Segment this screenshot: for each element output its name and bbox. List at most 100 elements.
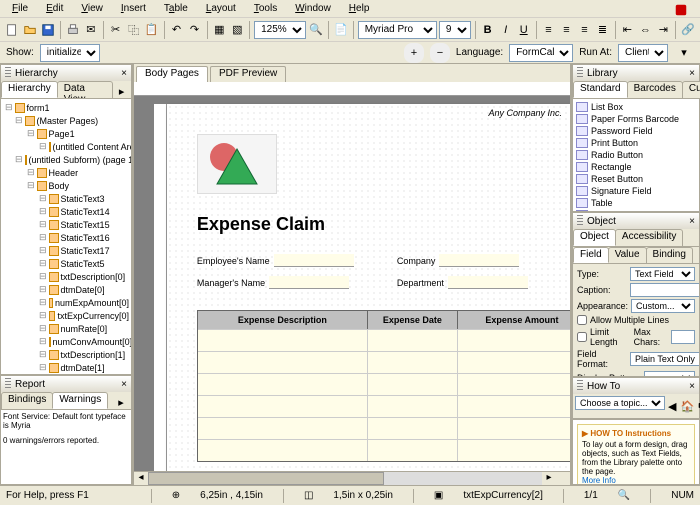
italic-button[interactable]: I	[498, 20, 514, 40]
tab-value[interactable]: Value	[608, 247, 647, 263]
more-info-link[interactable]: More Info	[582, 476, 616, 484]
tree-node[interactable]: ⊟ StaticText3	[3, 192, 129, 205]
menu-help[interactable]: Help	[341, 2, 378, 15]
valign-bot-button[interactable]: ⇥	[655, 20, 671, 40]
tree-node[interactable]: ⊟ Body	[3, 179, 129, 192]
library-item[interactable]: Text Field	[575, 209, 697, 211]
back-button[interactable]: ◀	[667, 396, 677, 416]
table-row[interactable]	[198, 373, 570, 395]
group-button[interactable]: ▦	[211, 20, 227, 40]
print-button[interactable]	[65, 20, 81, 40]
underline-button[interactable]: U	[516, 20, 532, 40]
library-item[interactable]: Radio Button	[575, 149, 697, 161]
tree-node[interactable]: ⊟ StaticText17	[3, 244, 129, 257]
tree-node[interactable]: ⊟ StaticText14	[3, 205, 129, 218]
tree-node[interactable]: ⊟ (untitled Content Area	[3, 140, 129, 153]
object-panel-title[interactable]: Object	[587, 216, 616, 227]
email-button[interactable]: ✉	[83, 20, 99, 40]
tree-node[interactable]: ⊟ StaticText16	[3, 231, 129, 244]
tree-node[interactable]: ⊟ form1	[3, 101, 129, 114]
tab-custom[interactable]: Custom	[682, 81, 700, 98]
collapse-button[interactable]: ▾	[674, 43, 694, 63]
hierarchy-panel-title[interactable]: Hierarchy ×	[1, 65, 131, 81]
library-item[interactable]: Paper Forms Barcode	[575, 113, 697, 125]
library-list[interactable]: List BoxPaper Forms BarcodePassword Fiel…	[573, 98, 699, 211]
library-item[interactable]: Signature Field	[575, 185, 697, 197]
tab-pdf-preview[interactable]: PDF Preview	[210, 66, 286, 82]
font-size-select[interactable]: 9	[439, 21, 471, 39]
multiline-checkbox[interactable]	[577, 315, 587, 325]
tree-node[interactable]: ⊟ numExpAmount[0]	[3, 296, 129, 309]
zoom-select[interactable]: 125%	[254, 21, 306, 39]
table-row[interactable]	[198, 329, 570, 351]
valign-mid-button[interactable]: ⇔	[637, 20, 653, 40]
doc-button[interactable]: 📄	[333, 20, 349, 40]
employee-name-field[interactable]: Employee's Name	[197, 254, 354, 267]
browse-icon[interactable]: 🔍	[618, 490, 630, 501]
tab-object[interactable]: Object	[573, 229, 616, 246]
library-item[interactable]: Reset Button	[575, 173, 697, 185]
align-left-button[interactable]: ≡	[540, 20, 556, 40]
library-item[interactable]: List Box	[575, 101, 697, 113]
zoom-out-icon[interactable]: 🔍	[308, 20, 324, 40]
tree-node[interactable]: ⊟ Header	[3, 166, 129, 179]
close-icon[interactable]: ×	[121, 379, 127, 390]
menu-table[interactable]: Table	[156, 2, 196, 15]
object-appearance-select[interactable]: Custom...	[631, 299, 695, 313]
close-icon[interactable]: ×	[689, 216, 695, 227]
tree-node[interactable]: ⊟ numRate[0]	[3, 322, 129, 335]
tab-hierarchy[interactable]: Hierarchy	[1, 81, 58, 98]
tree-node[interactable]: ⊟ Page1	[3, 127, 129, 140]
tree-node[interactable]: ⊟ numConvAmount[0]	[3, 335, 129, 348]
undo-button[interactable]: ↶	[168, 20, 184, 40]
company-field[interactable]: Company	[397, 254, 520, 267]
tab-warnings[interactable]: Warnings	[52, 392, 108, 409]
tab-standard[interactable]: Standard	[573, 81, 628, 98]
menu-tools[interactable]: Tools	[246, 2, 285, 15]
table-row[interactable]	[198, 395, 570, 417]
tab-data-view[interactable]: Data View	[57, 81, 113, 98]
form-page[interactable]: Any Company Inc. Expense Claim Employee'…	[167, 104, 570, 471]
tab-accessibility[interactable]: Accessibility	[615, 229, 683, 246]
copy-button[interactable]: ⿻	[126, 20, 142, 40]
displaypattern-select[interactable]	[644, 371, 695, 376]
table-row[interactable]	[198, 417, 570, 439]
table-row[interactable]	[198, 351, 570, 373]
maxchars-input[interactable]	[671, 330, 695, 344]
menu-edit[interactable]: Edit	[38, 2, 71, 15]
save-button[interactable]	[40, 20, 56, 40]
align-center-button[interactable]: ≡	[558, 20, 574, 40]
language-select[interactable]: FormCalc	[509, 44, 573, 62]
remove-script-button[interactable]: −	[430, 43, 450, 63]
tab-body-pages[interactable]: Body Pages	[136, 66, 208, 82]
tree-node[interactable]: ⊟ dtmDate[0]	[3, 283, 129, 296]
link-button[interactable]: 🔗	[680, 20, 696, 40]
fieldformat-select[interactable]: Plain Text Only	[630, 352, 699, 366]
align-justify-button[interactable]: ≣	[595, 20, 611, 40]
table-row[interactable]	[198, 439, 570, 461]
new-button[interactable]	[4, 20, 20, 40]
close-icon[interactable]: ×	[121, 68, 127, 79]
menu-view[interactable]: View	[73, 2, 111, 15]
report-panel-title[interactable]: Report ×	[1, 376, 131, 392]
bold-button[interactable]: B	[480, 20, 496, 40]
show-event-select[interactable]: initialize	[40, 44, 100, 62]
library-item[interactable]: Rectangle	[575, 161, 697, 173]
redo-button[interactable]: ↷	[186, 20, 202, 40]
align-right-button[interactable]: ≡	[577, 20, 593, 40]
limitlength-checkbox[interactable]	[577, 332, 587, 342]
logo-placeholder[interactable]	[197, 134, 277, 194]
close-icon[interactable]: ×	[689, 68, 695, 79]
tree-node[interactable]: ⊟ (Master Pages)	[3, 114, 129, 127]
library-item[interactable]: Table	[575, 197, 697, 209]
tree-node[interactable]: ⊟ StaticText15	[3, 218, 129, 231]
tab-bindings[interactable]: Bindings	[1, 392, 53, 409]
add-script-button[interactable]: +	[404, 43, 424, 63]
department-field[interactable]: Department	[397, 276, 528, 289]
tree-node[interactable]: ⊟ StaticText5	[3, 257, 129, 270]
object-type-select[interactable]: Text Field	[630, 267, 695, 281]
runat-select[interactable]: Client	[618, 44, 668, 62]
tab-barcodes[interactable]: Barcodes	[627, 81, 683, 98]
cut-button[interactable]: ✂	[108, 20, 124, 40]
open-button[interactable]	[22, 20, 38, 40]
